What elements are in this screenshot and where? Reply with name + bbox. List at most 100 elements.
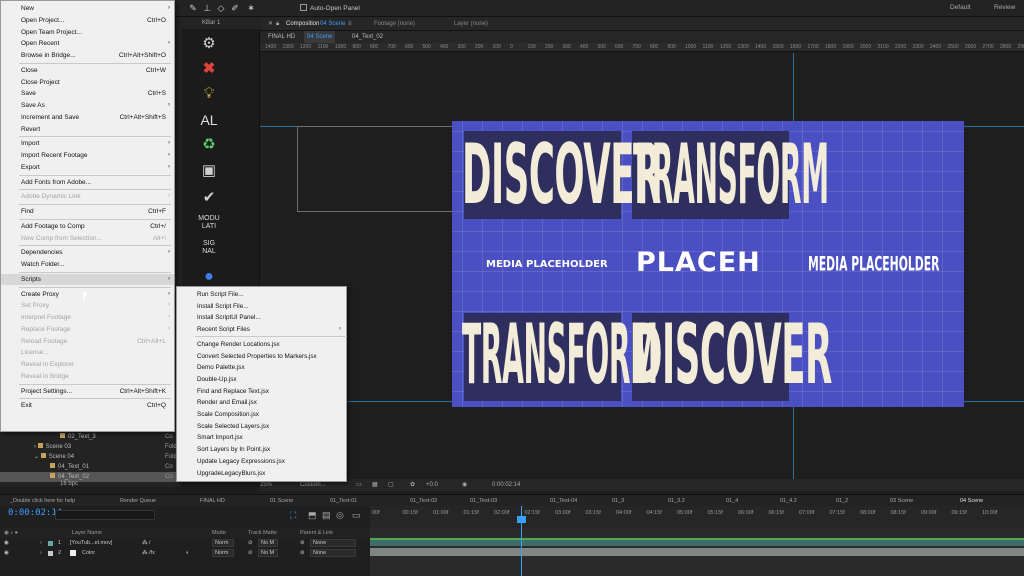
menu-item[interactable]: Open Recent › (1, 38, 174, 49)
script-menu-item[interactable]: Double-Up.jsx (177, 374, 346, 386)
parent-link-header[interactable]: Parent & Link (300, 528, 333, 538)
workspace-review[interactable]: Review (994, 4, 1015, 11)
draft-3d-icon[interactable]: ⬒ (308, 510, 317, 521)
menu-item[interactable]: Add Footage to Comp Ctrl+/ (1, 221, 174, 232)
track-matte-dropdown[interactable]: No M (258, 539, 278, 547)
menu-item[interactable]: Browse in Bridge... Ctrl+Alt+Shift+O (1, 50, 174, 61)
shy-switch-icon[interactable]: ⁂ / (142, 538, 151, 548)
script-menu-item[interactable]: Run Script File... (177, 289, 346, 301)
script-menu-item[interactable]: Scale Selected Layers.jsx (177, 421, 346, 433)
eraser-tool-icon[interactable]: ◇ (216, 3, 226, 13)
checkmark-icon[interactable]: ✔ (196, 188, 222, 208)
region-icon[interactable]: ▭ (356, 479, 362, 491)
menu-item[interactable]: Save As › (1, 100, 174, 111)
project-item[interactable]: 02_Text_3 Co (0, 432, 182, 442)
script-menu-item[interactable]: Scale Composition.jsx (177, 409, 346, 421)
mode-dropdown[interactable]: Norm (212, 549, 234, 557)
lock-icon[interactable]: 🔒︎ (276, 17, 279, 31)
signal-button[interactable]: SIG NAL (196, 240, 222, 256)
motion-blur-icon[interactable]: ◎ (336, 510, 344, 521)
script-menu-item[interactable]: Change Render Locations.jsx (177, 339, 346, 351)
auto-open-panel-checkbox[interactable]: Auto-Open Panel (300, 4, 360, 12)
menu-item[interactable]: Open Project... Ctrl+O (1, 15, 174, 26)
timeline-tracks[interactable] (370, 528, 1024, 576)
menu-item[interactable]: Revert (1, 124, 174, 135)
pickwhip-icon[interactable]: ⊚ (300, 538, 305, 548)
frame-blending-icon[interactable]: ▤ (322, 510, 331, 521)
breadcrumb-item[interactable]: FINAL HD (268, 31, 295, 43)
menu-item[interactable]: Project Settings... Ctrl+Alt+Shift+K (1, 386, 174, 397)
align-text-icon[interactable]: AL (196, 110, 222, 130)
breadcrumb-item[interactable]: 04_Text_02 (352, 31, 383, 43)
color-channels-icon[interactable]: ✿ (410, 479, 415, 491)
script-menu-item[interactable]: Render and Email.jsx (177, 397, 346, 409)
modulation-button[interactable]: MODU LATI (196, 215, 222, 231)
menu-item[interactable]: Dependencies › (1, 247, 174, 258)
menu-item[interactable]: Import Recent Footage › (1, 150, 174, 161)
graph-editor-icon[interactable]: ▭ (352, 510, 361, 521)
lightbulb-icon[interactable]: 💡︎ (196, 84, 222, 104)
snapshot-icon[interactable]: ◉ (462, 479, 467, 491)
eye-icon[interactable]: ◉ (4, 548, 9, 558)
script-menu-item[interactable]: Find and Replace Text.jsx (177, 386, 346, 398)
script-menu-item[interactable]: Demo Palette.jsx (177, 362, 346, 374)
project-item[interactable]: 04_Text_01 Co (0, 462, 182, 472)
script-menu-item[interactable]: Update Legacy Expressions.jsx (177, 456, 346, 468)
layer-bar[interactable] (370, 538, 1024, 546)
parent-dropdown[interactable]: None (310, 549, 356, 557)
timeline-ruler[interactable]: 00f 00:15f 01:00f 01:15f 02:00f 02:15f 03:00f 0… (370, 506, 1024, 528)
expand-arrow-icon[interactable]: › (40, 548, 42, 558)
expand-arrows-icon[interactable]: ✖ (196, 59, 222, 79)
tab-menu-icon[interactable]: ≡ (348, 17, 352, 31)
workspace-default[interactable]: Default (950, 4, 971, 11)
footage-tab[interactable]: Footage (none) (374, 17, 415, 31)
pickwhip-icon[interactable]: ⊚ (300, 548, 305, 558)
script-menu-item[interactable]: UpgradeLegacyBlurs.jsx (177, 468, 346, 480)
label-color[interactable] (48, 540, 53, 546)
exposure-value[interactable]: +0.0 (426, 479, 438, 491)
camera-icon[interactable]: ▣ (196, 161, 222, 181)
comp-artboard[interactable]: DISCOVER TRANSFORM TRANSFORM DISCOVER ME… (452, 121, 964, 407)
breadcrumb-item-active[interactable]: 04 Scene (304, 31, 336, 43)
clone-stamp-tool-icon[interactable]: ⊥ (202, 3, 212, 13)
layer-search-input[interactable] (55, 510, 155, 520)
expand-arrow-icon[interactable]: › (40, 538, 42, 548)
grid-icon[interactable]: ▦ (372, 479, 378, 491)
script-menu-item[interactable]: Install Script File... (177, 301, 346, 313)
close-icon[interactable]: ✕ (268, 17, 273, 31)
menu-item[interactable]: Exit Ctrl+Q (1, 400, 174, 411)
menu-item[interactable]: Save Ctrl+S (1, 88, 174, 99)
layer-bar[interactable] (370, 548, 1024, 556)
menu-item[interactable]: Open Team Project... (1, 27, 174, 38)
menu-item[interactable]: New › (1, 3, 174, 14)
layer-row[interactable]: ◉ › 2 Color ⁂ /fx ◐ Norm ⊘ No M ⊚ None (0, 548, 370, 558)
menu-item[interactable]: Close Ctrl+W (1, 65, 174, 76)
menu-item[interactable]: Close Project (1, 77, 174, 88)
script-menu-item[interactable]: Smart Import.jsx (177, 432, 346, 444)
track-matte-header[interactable]: Track Matte (248, 528, 277, 538)
puppet-pin-tool-icon[interactable]: ✶ (246, 3, 256, 13)
layer-name-header[interactable]: Layer Name (72, 528, 102, 538)
script-menu-item[interactable]: Convert Selected Properties to Markers.j… (177, 351, 346, 363)
menu-item[interactable]: Watch Folder... (1, 259, 174, 270)
gear-icon[interactable]: ⚙ (196, 34, 222, 54)
project-item[interactable]: ⌄ Scene 04 Fold (0, 452, 182, 462)
menu-item[interactable]: Increment and Save Ctrl+Alt+Shift+S (1, 112, 174, 123)
playhead-handle[interactable] (517, 516, 526, 523)
brush-tool-icon[interactable]: ✎ (188, 3, 198, 13)
script-menu-item[interactable]: Recent Script Files › (177, 324, 346, 336)
parent-dropdown[interactable]: None (310, 539, 356, 547)
circle-icon[interactable]: ● (196, 267, 222, 287)
track-matte-dropdown[interactable]: No M (258, 549, 278, 557)
comp-flowchart-icon[interactable]: ⛶ (290, 510, 296, 521)
comp-tab-label[interactable]: Composition (286, 17, 319, 31)
project-item[interactable]: › Scene 03 Fold (0, 442, 182, 452)
layer-name[interactable]: Color (82, 548, 95, 558)
script-menu-item[interactable]: Install ScriptUI Panel... (177, 312, 346, 324)
layer-tab[interactable]: Layer (none) (454, 17, 488, 31)
eye-icon[interactable]: ◉ (4, 538, 9, 548)
roto-brush-tool-icon[interactable]: ✐ (230, 3, 240, 13)
menu-item[interactable]: Scripts › (1, 273, 174, 285)
script-menu-item[interactable]: Sort Layers by In Point.jsx (177, 444, 346, 456)
mode-header[interactable]: Mode (212, 528, 226, 538)
